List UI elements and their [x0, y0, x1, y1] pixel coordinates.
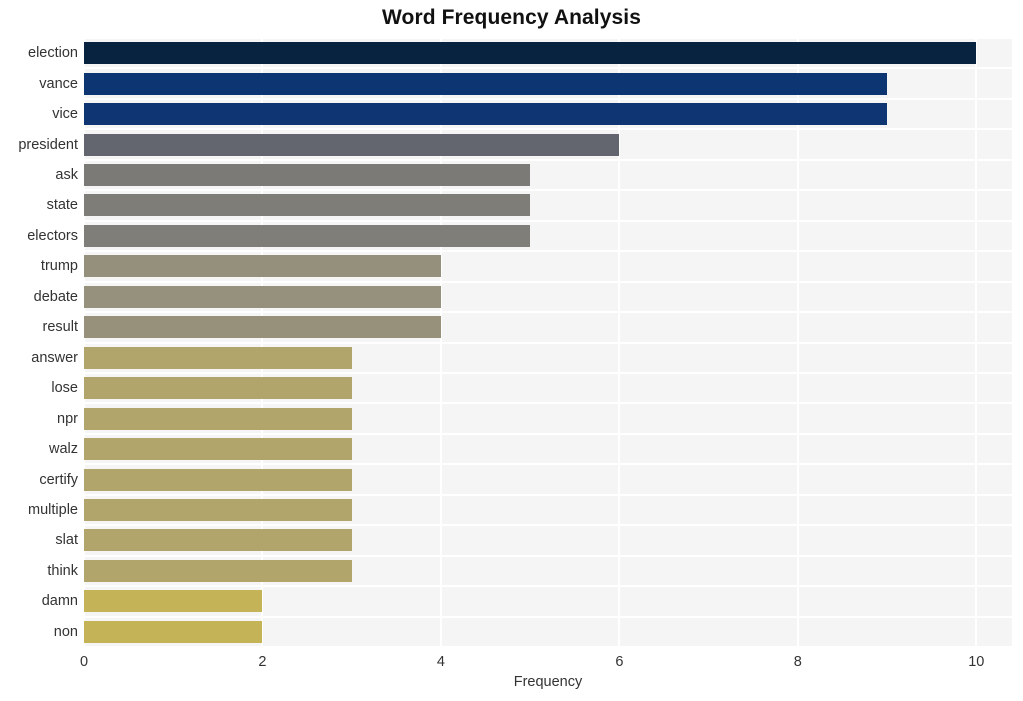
horizontal-gridline — [84, 219, 1012, 222]
horizontal-gridline — [84, 341, 1012, 344]
plot-area — [84, 38, 1012, 647]
x-axis-tick-label: 6 — [615, 654, 624, 670]
bar — [84, 438, 352, 461]
x-axis-tick-label: 0 — [79, 654, 89, 670]
horizontal-gridline — [84, 280, 1012, 283]
y-axis-tick-label: election — [28, 45, 78, 62]
y-axis-tick-label: npr — [57, 410, 78, 427]
vertical-gridline — [261, 38, 264, 647]
y-axis-tick-label: certify — [39, 471, 78, 488]
horizontal-gridline — [84, 189, 1012, 192]
horizontal-gridline — [84, 432, 1012, 435]
y-axis-tick-label: damn — [41, 593, 78, 610]
y-axis-tick-label: walz — [48, 441, 78, 458]
horizontal-gridline — [84, 615, 1012, 618]
vertical-gridline — [84, 38, 85, 647]
x-axis-tick-label: 8 — [793, 654, 802, 670]
horizontal-gridline — [84, 554, 1012, 557]
horizontal-gridline — [84, 158, 1012, 161]
horizontal-gridline — [84, 524, 1012, 527]
bar — [84, 42, 977, 65]
y-axis-tick-label: slat — [55, 532, 78, 549]
y-axis-tick-label: result — [42, 319, 78, 336]
y-axis-tick-label: vice — [52, 106, 78, 123]
vertical-gridline — [618, 38, 621, 647]
chart-title: Word Frequency Analysis — [381, 6, 642, 29]
bar — [84, 498, 352, 521]
bar — [84, 255, 441, 278]
bar — [84, 377, 352, 400]
horizontal-gridline — [84, 585, 1012, 588]
y-axis-tick-label: lose — [51, 380, 78, 397]
horizontal-gridline — [84, 311, 1012, 314]
bar — [84, 316, 441, 339]
y-axis-tick-labels: election vance vice president ask state electo… — [0, 38, 78, 647]
vertical-gridline — [796, 38, 799, 647]
y-axis-tick-label: vance — [39, 75, 78, 92]
horizontal-gridline — [84, 97, 1012, 100]
y-axis-tick-label: multiple — [28, 501, 78, 518]
y-axis-tick-label: state — [46, 197, 78, 214]
bar — [84, 346, 352, 369]
bar — [84, 468, 352, 491]
horizontal-gridline — [84, 250, 1012, 253]
horizontal-gridline — [84, 646, 1012, 647]
x-axis-tick-label: 10 — [968, 654, 985, 670]
y-axis-tick-label: debate — [33, 288, 78, 305]
bar — [84, 103, 888, 126]
horizontal-gridline — [84, 402, 1012, 405]
x-axis-title: Frequency — [513, 674, 583, 690]
horizontal-gridline — [84, 67, 1012, 70]
x-axis-tick-label: 2 — [258, 654, 267, 670]
bar — [84, 133, 620, 156]
bar — [84, 620, 263, 643]
y-axis-tick-label: trump — [40, 258, 78, 275]
bar — [84, 559, 352, 582]
y-axis-tick-label: answer — [31, 349, 78, 366]
vertical-gridline — [439, 38, 442, 647]
bar — [84, 194, 531, 217]
vertical-gridline — [975, 38, 978, 647]
bar — [84, 407, 352, 430]
horizontal-gridline — [84, 493, 1012, 496]
y-axis-tick-label: electors — [27, 227, 78, 244]
horizontal-gridline — [84, 128, 1012, 131]
bar — [84, 285, 441, 308]
bar — [84, 529, 352, 552]
horizontal-gridline — [84, 463, 1012, 466]
x-axis-tick-label: 4 — [436, 654, 445, 670]
horizontal-gridline — [84, 38, 1012, 39]
x-axis-tick-labels: 0 2 4 6 8 10 — [0, 652, 1023, 672]
y-axis-tick-label: think — [47, 562, 78, 579]
bar — [84, 224, 531, 247]
horizontal-gridline — [84, 371, 1012, 374]
bar — [84, 164, 531, 187]
bar — [84, 72, 888, 95]
y-axis-tick-label: president — [18, 136, 78, 153]
bar — [84, 590, 263, 613]
word-frequency-chart: Word Frequency Analysis election vance vic… — [0, 0, 1023, 701]
y-axis-tick-label: non — [53, 623, 78, 640]
y-axis-tick-label: ask — [55, 167, 78, 184]
